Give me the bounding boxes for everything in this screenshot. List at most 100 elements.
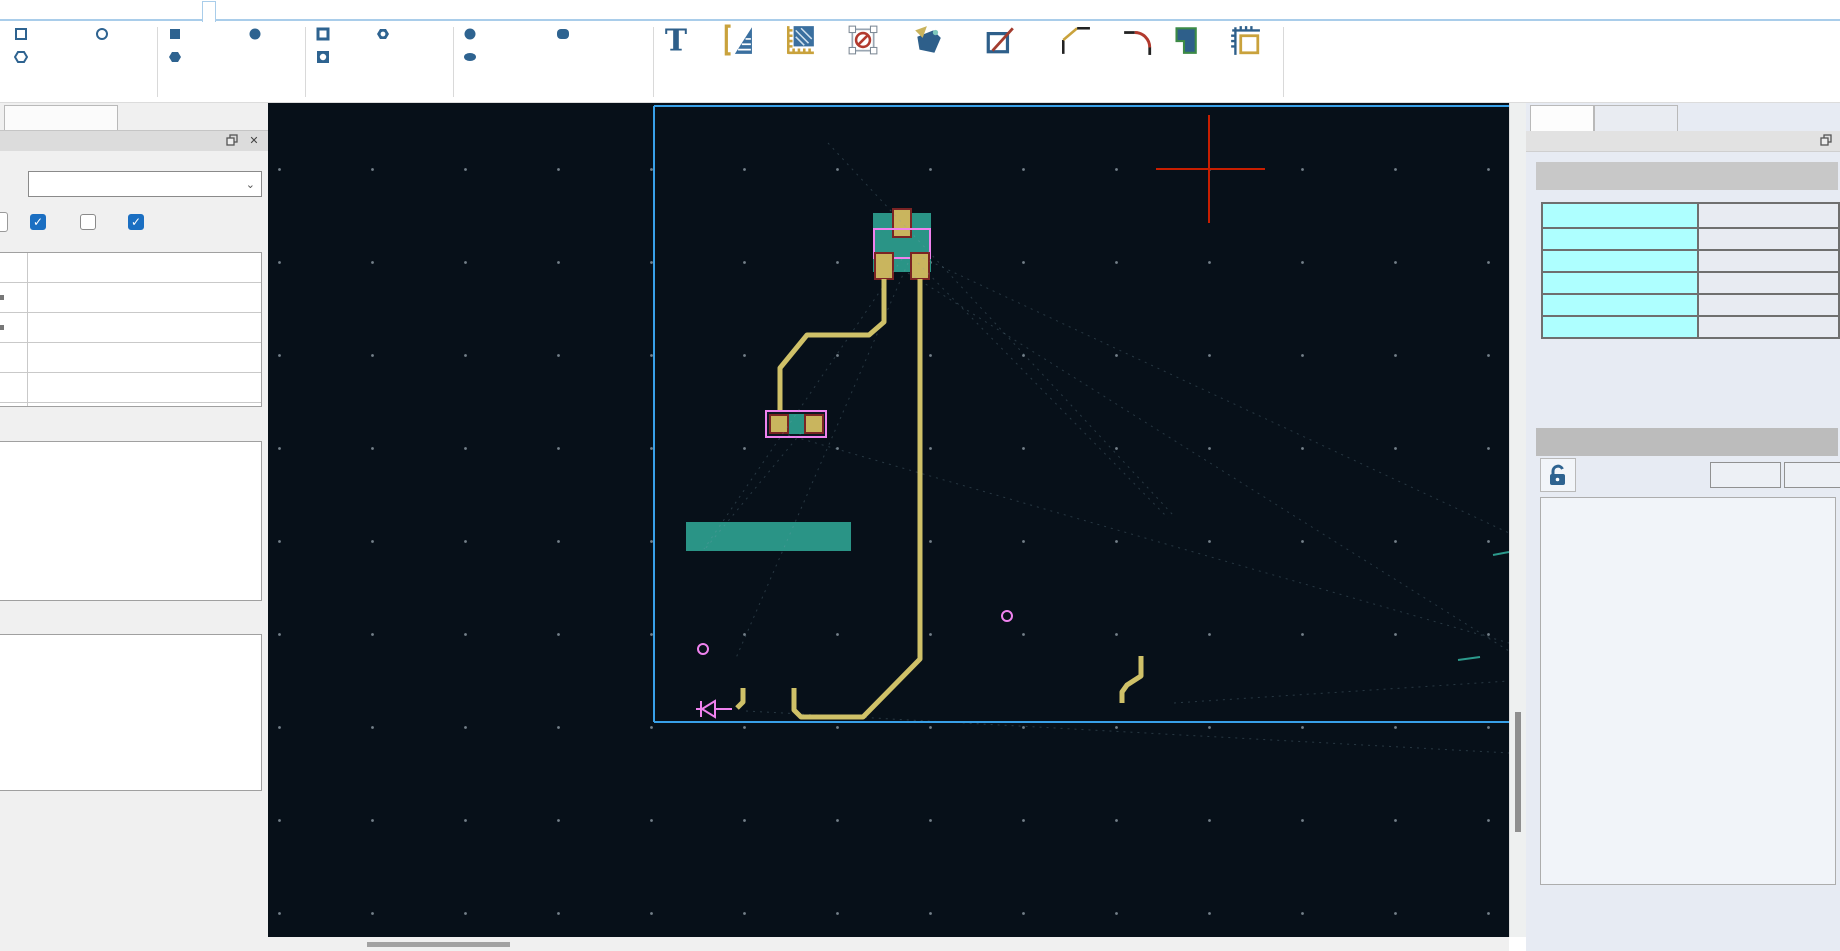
- area-type-row[interactable]: [0, 313, 261, 343]
- rect-outline-icon: [14, 27, 28, 41]
- ratsnest-lines: [704, 143, 1509, 753]
- ribbon-separator: [305, 27, 306, 97]
- u6-pin1-marker: [1002, 611, 1012, 621]
- rect-filled-icon: [168, 27, 182, 41]
- float-panel-icon[interactable]: [224, 134, 240, 148]
- area-type-row[interactable]: [0, 283, 261, 313]
- tool-cut-circle[interactable]: [316, 47, 333, 67]
- objects-header: [1536, 162, 1838, 190]
- menu-figure[interactable]: [202, 1, 216, 22]
- area-type-label: [28, 313, 261, 342]
- dimension-icon: [1202, 23, 1288, 57]
- menu-place[interactable]: [260, 1, 272, 21]
- area-type-icon-cell: [0, 373, 28, 402]
- area-type-row[interactable]: [0, 373, 261, 403]
- cut-rect-icon: [316, 27, 330, 41]
- menu-setup[interactable]: [157, 1, 169, 21]
- polygon-filled-icon: [168, 50, 182, 64]
- objects-table-row[interactable]: [1542, 294, 1839, 316]
- object-count-cell: [1698, 294, 1839, 316]
- reset-button[interactable]: [1784, 462, 1840, 488]
- object-type-cell: [1542, 294, 1698, 316]
- crosshair-cursor: [1156, 115, 1265, 223]
- vscroll-thumb[interactable]: [1515, 712, 1521, 832]
- tool-cut-polygon[interactable]: [376, 24, 393, 44]
- objects-table-row[interactable]: [1542, 250, 1839, 272]
- decompose-icon: [957, 23, 1043, 57]
- tool-area-rect[interactable]: [168, 24, 185, 44]
- menu-tools[interactable]: [488, 1, 500, 21]
- checkbox-clear-selection-set[interactable]: ✓: [128, 214, 144, 230]
- properties-box[interactable]: [1540, 497, 1836, 885]
- u7-top-pads[interactable]: [686, 522, 851, 551]
- areas-list[interactable]: [0, 441, 262, 601]
- r1-pad-1[interactable]: [769, 414, 789, 434]
- tool-figure-dimension[interactable]: [1202, 23, 1288, 59]
- ratsnest-highlight: [1458, 552, 1509, 660]
- tool-cut-rect[interactable]: [316, 24, 333, 44]
- tool-line-circle[interactable]: [95, 24, 112, 44]
- menu-check[interactable]: [360, 1, 372, 21]
- tool-line-rect[interactable]: [14, 24, 31, 44]
- checkbox-zoom[interactable]: [80, 214, 96, 230]
- canvas-horizontal-scrollbar[interactable]: [268, 937, 1509, 951]
- tool-area-circle[interactable]: [248, 24, 265, 44]
- ribbon-separator: [157, 27, 158, 97]
- menu-edit[interactable]: [60, 1, 72, 21]
- float-panel-icon[interactable]: [1818, 134, 1834, 148]
- tool-area-polygon[interactable]: [168, 47, 185, 67]
- area-type-icon-cell: [0, 343, 28, 372]
- tool-line-polygon[interactable]: [14, 47, 31, 67]
- browser-titlebar: ✕: [0, 130, 268, 151]
- svg-text:T: T: [665, 24, 687, 56]
- menu-route[interactable]: [308, 1, 320, 21]
- circle-filled-icon: [248, 27, 262, 41]
- objects-table: [1541, 202, 1840, 339]
- menu-manufacture[interactable]: [405, 1, 417, 21]
- properties-header: [1536, 428, 1838, 456]
- chevron-down-icon: ⌄: [246, 178, 255, 191]
- hscroll-thumb[interactable]: [367, 942, 510, 947]
- tab-command[interactable]: [1594, 105, 1678, 131]
- checkbox-select[interactable]: ✓: [30, 214, 46, 230]
- circle-outline-icon: [95, 27, 109, 41]
- area-type-label: [28, 373, 261, 402]
- hole-roundrect-icon: [556, 27, 570, 41]
- tool-hole-circle[interactable]: [463, 24, 480, 44]
- area-type-row-partial: [0, 403, 261, 407]
- u7-pin1-marker: [698, 644, 708, 654]
- area-type-label: [28, 283, 261, 312]
- objects-table-row[interactable]: [1542, 228, 1839, 250]
- object-count-cell: [1698, 250, 1839, 272]
- instances-list[interactable]: [0, 634, 262, 791]
- lock-button[interactable]: [1540, 458, 1576, 492]
- close-panel-icon[interactable]: ✕: [246, 134, 262, 148]
- tool-hole-roundrect[interactable]: [556, 24, 573, 44]
- menu-canvas[interactable]: [103, 1, 115, 21]
- object-type-cell: [1542, 272, 1698, 294]
- menu-home[interactable]: [7, 1, 19, 21]
- unlock-icon: [1546, 463, 1570, 487]
- r1-pad-2[interactable]: [804, 414, 824, 434]
- change-button[interactable]: [1710, 462, 1781, 488]
- objects-table-row[interactable]: [1542, 272, 1839, 294]
- partial-checkbox[interactable]: [0, 212, 8, 232]
- type-dropdown[interactable]: ⌄: [28, 171, 262, 197]
- object-type-cell: [1542, 316, 1698, 338]
- tool-figure-decompose[interactable]: [957, 23, 1043, 59]
- object-count-cell: [1698, 228, 1839, 250]
- area-type-row[interactable]: [0, 253, 261, 283]
- q1-pad-2[interactable]: [910, 252, 930, 280]
- tab-object[interactable]: [1530, 105, 1594, 131]
- canvas-vertical-scrollbar[interactable]: [1509, 103, 1526, 937]
- area-type-row[interactable]: [0, 343, 261, 373]
- pcb-canvas[interactable]: [268, 103, 1509, 937]
- q1-pad-1[interactable]: [874, 252, 894, 280]
- tab-object-browser[interactable]: [4, 105, 118, 130]
- cut-polygon-icon: [376, 27, 390, 41]
- object-browser-panel: ✕ ⌄ ✓ ✓: [0, 103, 268, 951]
- tool-hole-oval[interactable]: [463, 47, 480, 67]
- objects-table-row[interactable]: [1542, 316, 1839, 338]
- menu-bar: [0, 0, 1840, 21]
- objects-table-header-object: [1542, 203, 1698, 228]
